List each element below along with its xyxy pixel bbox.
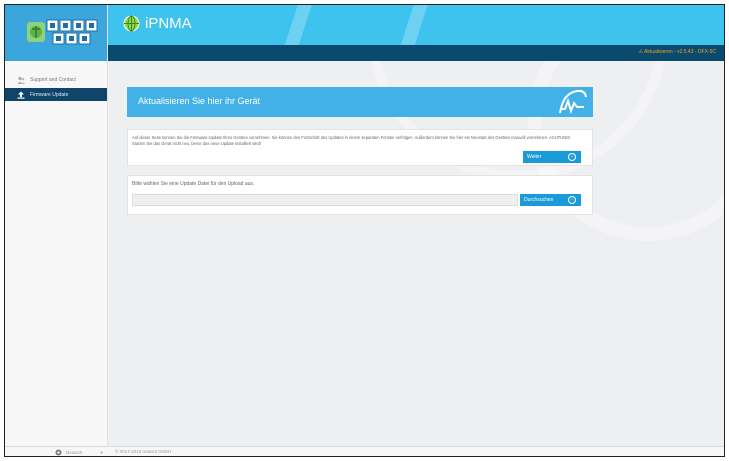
language-label: Deutsch	[66, 450, 83, 455]
globe-icon	[123, 15, 140, 32]
status-bar: ⚠ Aktualisieren - v2.5.43 - DFX-5C	[108, 45, 724, 61]
chevron-down-icon: ▾	[100, 449, 103, 455]
sidebar-item-label: Support and Contact	[30, 76, 76, 83]
file-upload-card: Bitte wählen Sie eine Update Datei für d…	[127, 175, 593, 215]
logo-area	[5, 5, 107, 61]
file-path-input[interactable]	[132, 194, 518, 206]
app-title: iPNMA	[145, 15, 192, 32]
language-selector[interactable]: Deutsch ▾	[55, 449, 103, 456]
arrow-right-icon: ›	[568, 153, 576, 161]
footer: Deutsch ▾ © 2017-2019 Indasol GmbH	[5, 446, 724, 456]
main-content: Aktualisieren Sie hier ihr Gerät Auf die…	[108, 61, 724, 446]
top-bar: iPNMA	[108, 5, 724, 45]
firmware-update-card: Auf dieser Seite können Sie die Firmware…	[127, 129, 593, 166]
browse-button-label: Durchsuchen	[524, 197, 554, 203]
waveform-logo-icon	[559, 89, 587, 115]
next-button-label: Weiter	[527, 154, 542, 160]
page-banner: Aktualisieren Sie hier ihr Gerät	[127, 87, 593, 117]
sidebar-item-label: Firmware Update	[30, 91, 69, 98]
page-title: Aktualisieren Sie hier ihr Gerät	[138, 96, 261, 106]
people-icon	[17, 76, 25, 84]
company-logo	[27, 19, 98, 45]
upload-label: Bitte wählen Sie eine Update Datei für d…	[132, 181, 255, 187]
browse-button[interactable]: Durchsuchen ›	[520, 194, 581, 206]
app-brand[interactable]: iPNMA	[123, 15, 192, 32]
language-icon	[55, 449, 62, 456]
arrow-right-icon: ›	[568, 196, 576, 204]
status-text: ⚠ Aktualisieren - v2.5.43 - DFX-5C	[638, 49, 716, 55]
update-description: Auf dieser Seite können Sie die Firmware…	[132, 135, 571, 146]
sidebar-item-firmware-update[interactable]: Firmware Update	[5, 88, 107, 101]
status-label: Aktualisieren - v2.5.43 - DFX-5C	[644, 49, 716, 55]
sidebar-item-support[interactable]: Support and Contact	[5, 73, 107, 86]
app-window: Support and Contact Firmware Update iPNM…	[4, 4, 725, 457]
upload-icon	[17, 91, 25, 99]
sidebar: Support and Contact Firmware Update	[5, 5, 108, 456]
copyright-text: © 2017-2019 Indasol GmbH	[115, 449, 172, 454]
next-button[interactable]: Weiter ›	[523, 151, 581, 163]
